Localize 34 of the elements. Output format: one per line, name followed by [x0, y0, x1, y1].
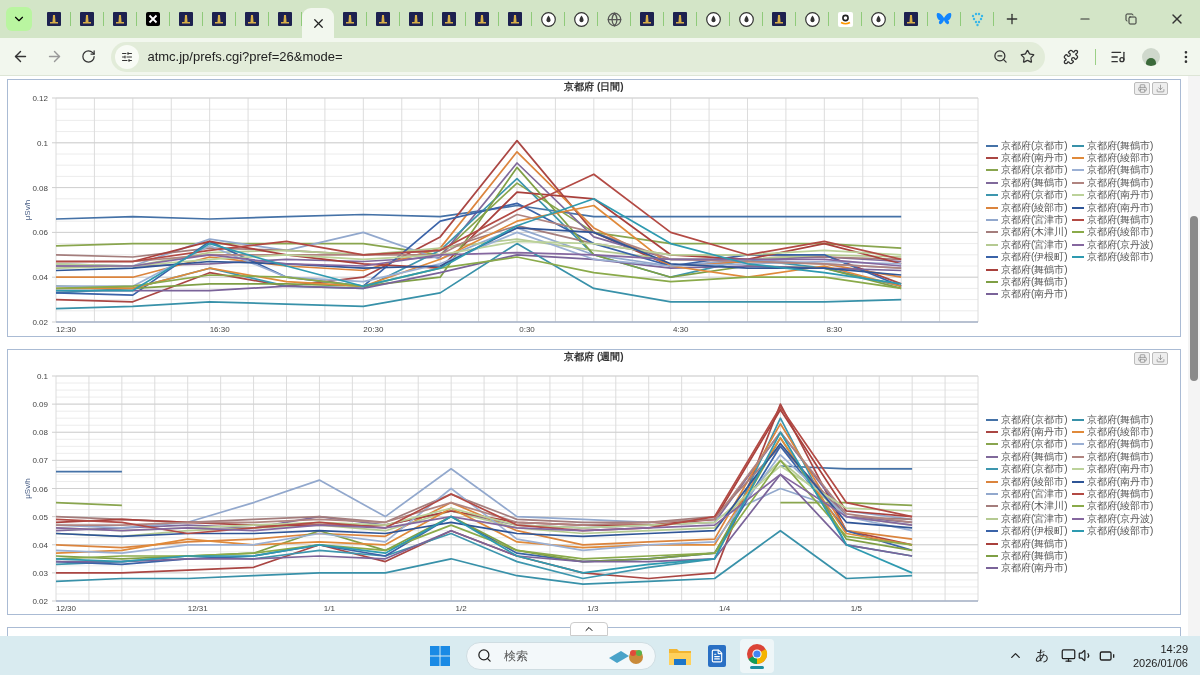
- tick-label: 0:30: [519, 325, 535, 334]
- axis-label: μSv/h: [23, 478, 32, 499]
- axis-label: μSv/h: [23, 199, 32, 221]
- tick-label: 0.07: [32, 456, 48, 466]
- url-text: atmc.jp/prefs.cgi?pref=26&mode=: [147, 47, 343, 66]
- tick-label: 0.06: [32, 228, 48, 238]
- tick-label: 0.1: [36, 372, 48, 381]
- tick-label: 0.04: [32, 273, 48, 283]
- tick-label: 12/31: [187, 604, 208, 613]
- tick-label: 0.05: [32, 512, 48, 522]
- tick-label: 1/1: [323, 604, 335, 613]
- tick-label: 1/2: [455, 604, 467, 613]
- tick-label: 12:30: [56, 325, 76, 334]
- tick-label: 0.02: [32, 318, 48, 327]
- tick-label: 4:30: [672, 325, 689, 334]
- chart-title: 京都府 (日間): [564, 80, 624, 94]
- tick-label: 0.08: [32, 428, 48, 438]
- tick-label: 0.08: [32, 183, 48, 193]
- tick-label: 0.06: [32, 484, 48, 494]
- tick-label: 0.09: [32, 400, 48, 410]
- tick-label: 12/30: [56, 604, 76, 613]
- tick-label: 8:30: [826, 325, 843, 334]
- search-placeholder: 検索: [504, 647, 528, 665]
- tick-label: 0.04: [32, 540, 48, 550]
- tick-label: 0.1: [36, 138, 48, 148]
- tick-label: 16:30: [209, 325, 230, 334]
- tick-label: 1/3: [587, 604, 599, 613]
- tick-label: 20:30: [363, 325, 384, 334]
- tick-label: 0.12: [32, 94, 48, 103]
- tick-label: 1/4: [719, 604, 731, 613]
- tick-label: 1/5: [850, 604, 862, 613]
- chart-title: 京都府 (週間): [564, 350, 624, 364]
- tick-label: 0.02: [32, 597, 48, 606]
- tick-label: 0.03: [32, 568, 48, 578]
